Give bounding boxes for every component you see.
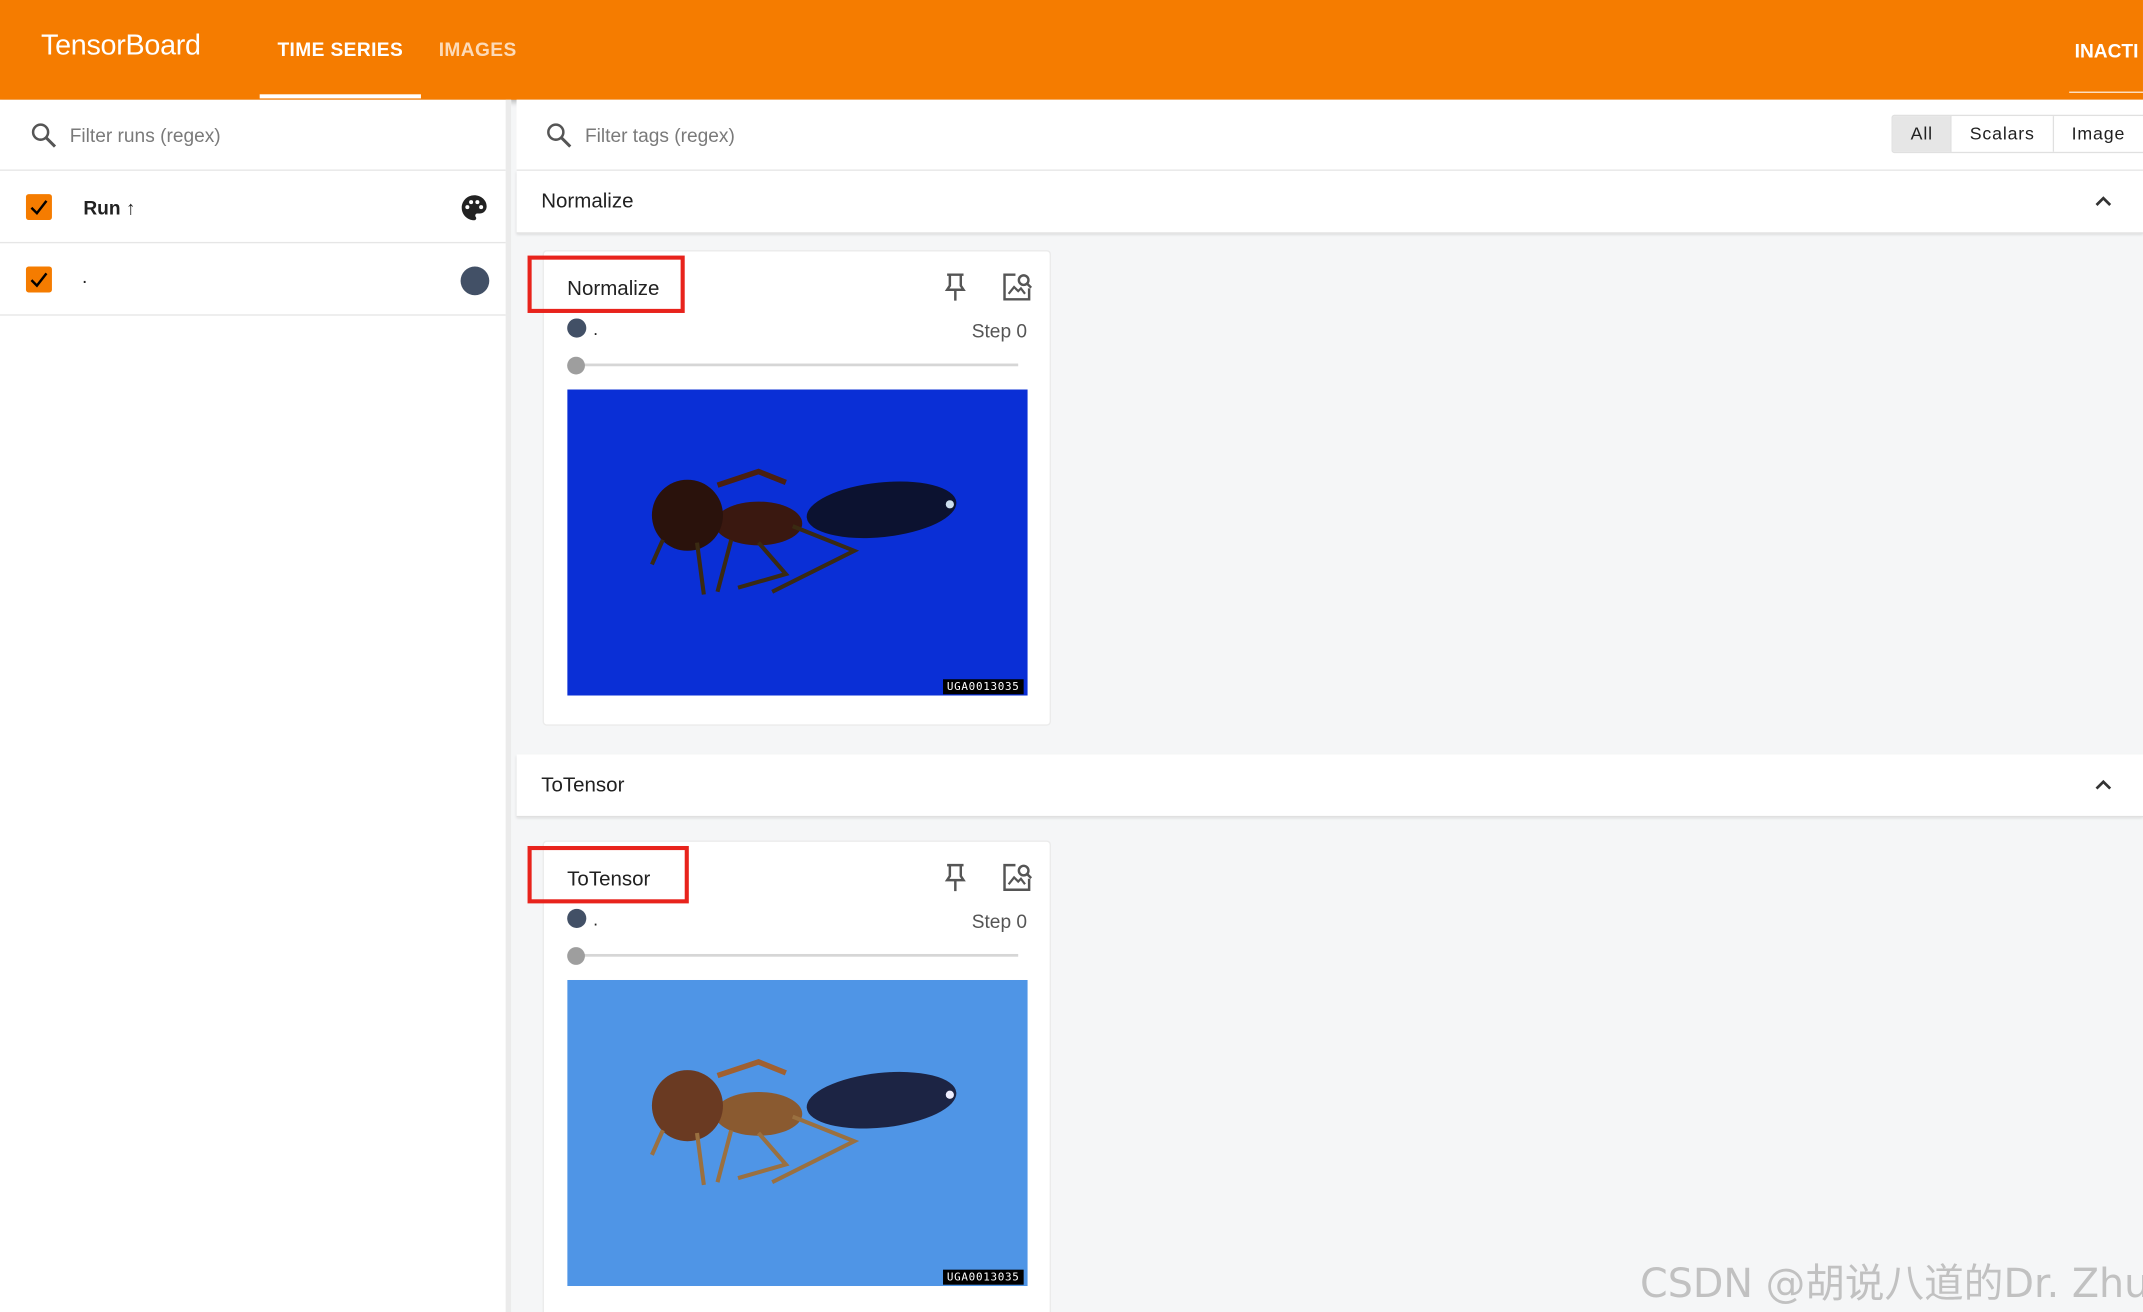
group-title: ToTensor [541, 773, 625, 797]
filter-all-button[interactable]: All [1892, 116, 1952, 152]
step-label: Step 0 [971, 910, 1028, 933]
top-app-bar: TensorBoard TIME SERIES IMAGES INACTI [0, 0, 2143, 100]
checkmark-icon [30, 272, 48, 288]
view-full-size-icon[interactable] [1000, 861, 1033, 894]
ant-image-tensor [567, 979, 1028, 1287]
pin-icon[interactable] [943, 862, 968, 892]
step-slider-thumb[interactable] [567, 356, 585, 375]
filter-image-button[interactable]: Image [2053, 116, 2143, 152]
image-sample[interactable]: UGA0013035 [567, 979, 1028, 1287]
image-card-totensor: ToTensor . Step 0 UGA0013035 [527, 840, 1051, 1312]
runs-filter-bar: Filter runs (regex) [0, 100, 506, 171]
select-all-checkbox[interactable] [25, 194, 52, 221]
step-slider-thumb[interactable] [567, 947, 585, 965]
run-color-swatch[interactable] [460, 266, 490, 296]
filter-scalars-button[interactable]: Scalars [1951, 116, 2054, 152]
chevron-up-icon[interactable] [2092, 190, 2114, 212]
chevron-up-icon[interactable] [2092, 774, 2114, 796]
image-sample[interactable]: UGA0013035 [567, 389, 1028, 696]
tags-filter-input[interactable]: Filter tags (regex) [585, 124, 735, 146]
active-tab-indicator [259, 94, 421, 99]
ant-image-normalized [567, 389, 1028, 696]
runs-filter-input[interactable]: Filter runs (regex) [70, 124, 221, 146]
image-id-label: UGA0013035 [942, 1269, 1024, 1285]
step-slider-track[interactable] [574, 363, 1019, 367]
group-header-totensor[interactable]: ToTensor [516, 754, 2143, 818]
runs-sidebar: Filter runs (regex) Run ↑ . [0, 99, 512, 1312]
search-icon [31, 123, 57, 148]
palette-icon[interactable] [459, 193, 489, 223]
run-label: . [593, 908, 599, 930]
runs-table-header: Run ↑ [0, 171, 506, 244]
group-title: Normalize [541, 189, 634, 214]
inactive-dropdown-underline [2069, 91, 2143, 93]
run-label: . [593, 318, 599, 339]
app-title: TensorBoard [41, 30, 201, 62]
image-card-normalize: Normalize . Step 0 UGA0013035 [527, 250, 1051, 726]
run-column-header[interactable]: Run ↑ [83, 197, 135, 219]
step-slider-track[interactable] [574, 953, 1019, 957]
run-checkbox[interactable] [25, 266, 52, 293]
source-watermark: CSDN @胡说八道的Dr. Zhu [1640, 1260, 2143, 1307]
pin-icon[interactable] [943, 272, 968, 302]
step-label: Step 0 [971, 319, 1028, 342]
run-color-dot [567, 318, 587, 338]
screenshot-root: TensorBoard TIME SERIES IMAGES INACTI Fi… [0, 0, 2143, 1312]
run-name: . [82, 265, 88, 288]
group-header-normalize[interactable]: Normalize [516, 170, 2143, 234]
run-color-dot [567, 908, 587, 928]
view-full-size-icon[interactable] [1000, 271, 1033, 304]
image-id-label: UGA0013035 [942, 679, 1024, 695]
plugin-type-filter: All Scalars Image [1891, 114, 2143, 154]
checkmark-icon [30, 200, 48, 216]
run-row[interactable]: . [0, 243, 506, 316]
main-panel: Filter tags (regex) All Scalars Image No… [516, 99, 2143, 1312]
tab-images[interactable]: IMAGES [439, 38, 517, 60]
tags-filter-bar: Filter tags (regex) All Scalars Image [516, 99, 2143, 171]
tab-time-series[interactable]: TIME SERIES [277, 38, 403, 60]
inactive-plugins-dropdown[interactable]: INACTI [2075, 40, 2139, 62]
highlight-box [527, 845, 689, 904]
highlight-box [527, 255, 685, 313]
search-icon [547, 123, 572, 148]
